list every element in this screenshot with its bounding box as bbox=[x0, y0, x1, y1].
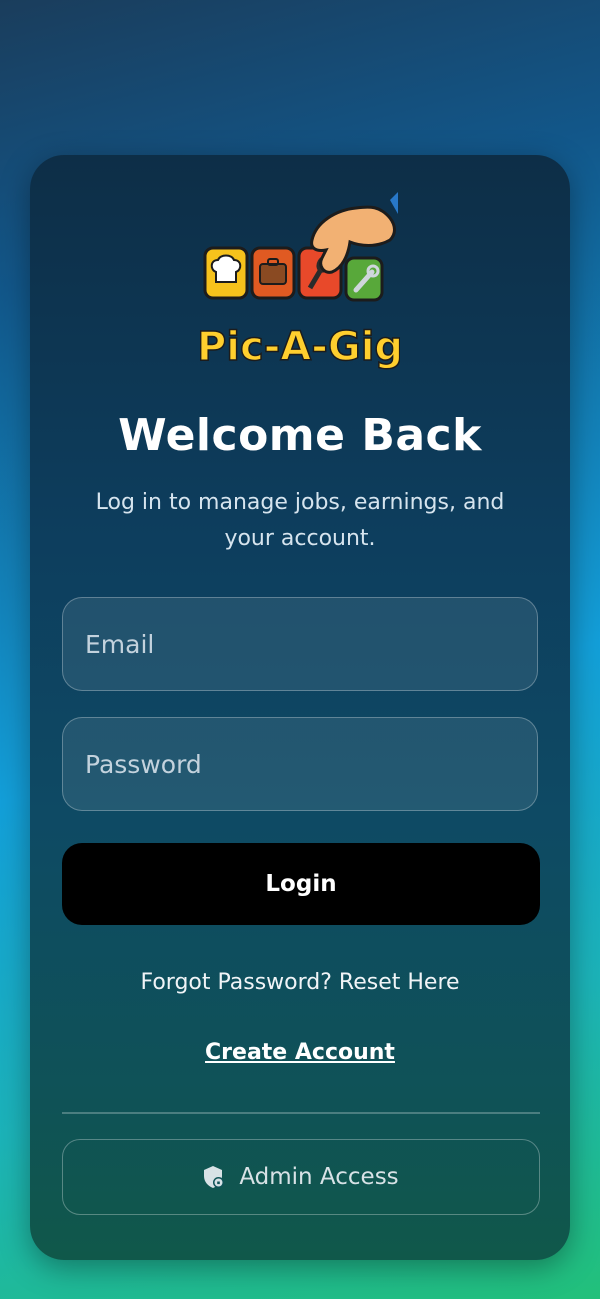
admin-access-button[interactable]: Admin Access bbox=[62, 1139, 540, 1215]
login-card: Pic-A-Gig Welcome Back Log in to manage … bbox=[30, 155, 570, 1260]
svg-text:Pic-A-Gig: Pic-A-Gig bbox=[200, 324, 400, 370]
password-field[interactable] bbox=[62, 717, 538, 811]
divider bbox=[62, 1112, 540, 1114]
admin-access-label: Admin Access bbox=[239, 1164, 399, 1190]
forgot-password-link[interactable]: Forgot Password? Reset Here bbox=[30, 970, 570, 995]
page-subtitle: Log in to manage jobs, earnings, and you… bbox=[95, 490, 505, 551]
page-title: Welcome Back bbox=[118, 410, 482, 461]
email-field[interactable] bbox=[62, 597, 538, 691]
pic-a-gig-logo: Pic-A-Gig bbox=[200, 192, 400, 371]
login-button[interactable]: Login bbox=[62, 843, 540, 925]
shield-lock-icon bbox=[204, 1166, 225, 1188]
login-button-label: Login bbox=[265, 871, 337, 897]
create-account-link[interactable]: Create Account bbox=[30, 1040, 570, 1065]
